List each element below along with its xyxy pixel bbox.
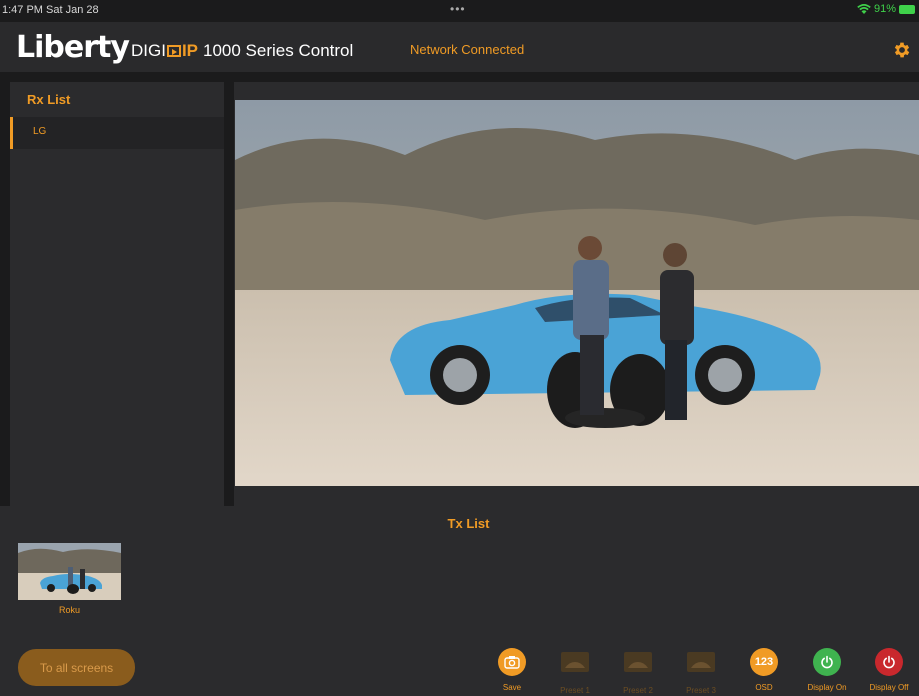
app-header: Liberty DIGI IP 1000 Series Control Netw… — [0, 22, 919, 72]
multitask-dots[interactable]: ••• — [450, 2, 466, 16]
rx-list-panel: Rx List LG — [10, 82, 224, 506]
rx-list-item[interactable]: LG — [10, 117, 224, 149]
gear-icon[interactable] — [892, 40, 912, 60]
save-label: Save — [502, 683, 522, 692]
rx-list-title: Rx List — [27, 92, 71, 107]
preset-image-icon — [624, 652, 652, 672]
tx-item-label: Roku — [58, 605, 80, 615]
tx-list-title: Tx List — [447, 516, 490, 531]
play-box-icon — [166, 45, 181, 57]
product-suffix: 1000 Series Control — [203, 41, 354, 60]
tx-thumbnail[interactable] — [18, 543, 121, 600]
preset-2-label: Preset 2 — [623, 686, 653, 695]
preset-1-button[interactable]: Preset 1 — [545, 648, 605, 696]
preset-1-label: Preset 1 — [560, 686, 590, 695]
tx-thumbnail-image — [18, 543, 121, 600]
status-bar: 1:47 PM Sat Jan 28 ••• 91% — [0, 0, 919, 22]
osd-icon: 123 — [750, 648, 778, 676]
status-right: 91% — [857, 3, 915, 15]
preset-3-label: Preset 3 — [686, 686, 716, 695]
display-off-label: Display Off — [869, 683, 909, 692]
osd-label: OSD — [755, 683, 773, 692]
save-button[interactable]: Save — [482, 648, 542, 696]
display-on-button[interactable]: Display On — [797, 648, 857, 696]
network-status: Network Connected — [410, 42, 525, 57]
video-preview — [235, 100, 919, 486]
status-time: 1:47 PM Sat Jan 28 — [2, 4, 99, 16]
camera-icon — [498, 648, 526, 676]
preset-2-button[interactable]: Preset 2 — [608, 648, 668, 696]
brand-logo: Liberty — [16, 30, 130, 65]
battery-percent: 91% — [873, 3, 896, 15]
display-off-button[interactable]: Display Off — [859, 648, 919, 696]
preset-image-icon — [687, 652, 715, 672]
preset-image-icon — [561, 652, 589, 672]
wifi-icon — [857, 3, 871, 14]
display-on-label: Display On — [807, 683, 847, 692]
rx-item-label: LG — [33, 126, 47, 137]
preset-3-button[interactable]: Preset 3 — [671, 648, 731, 696]
osd-button[interactable]: 123 OSD — [734, 648, 794, 696]
product-ip: IP — [181, 41, 199, 60]
product-prefix: DIGI — [131, 41, 166, 60]
battery-icon — [899, 4, 915, 14]
video-frame-image — [235, 100, 919, 486]
to-all-screens-button[interactable]: To all screens — [18, 649, 135, 686]
power-icon — [875, 648, 903, 676]
product-title: DIGI IP 1000 Series Control — [131, 41, 353, 61]
power-icon — [813, 648, 841, 676]
